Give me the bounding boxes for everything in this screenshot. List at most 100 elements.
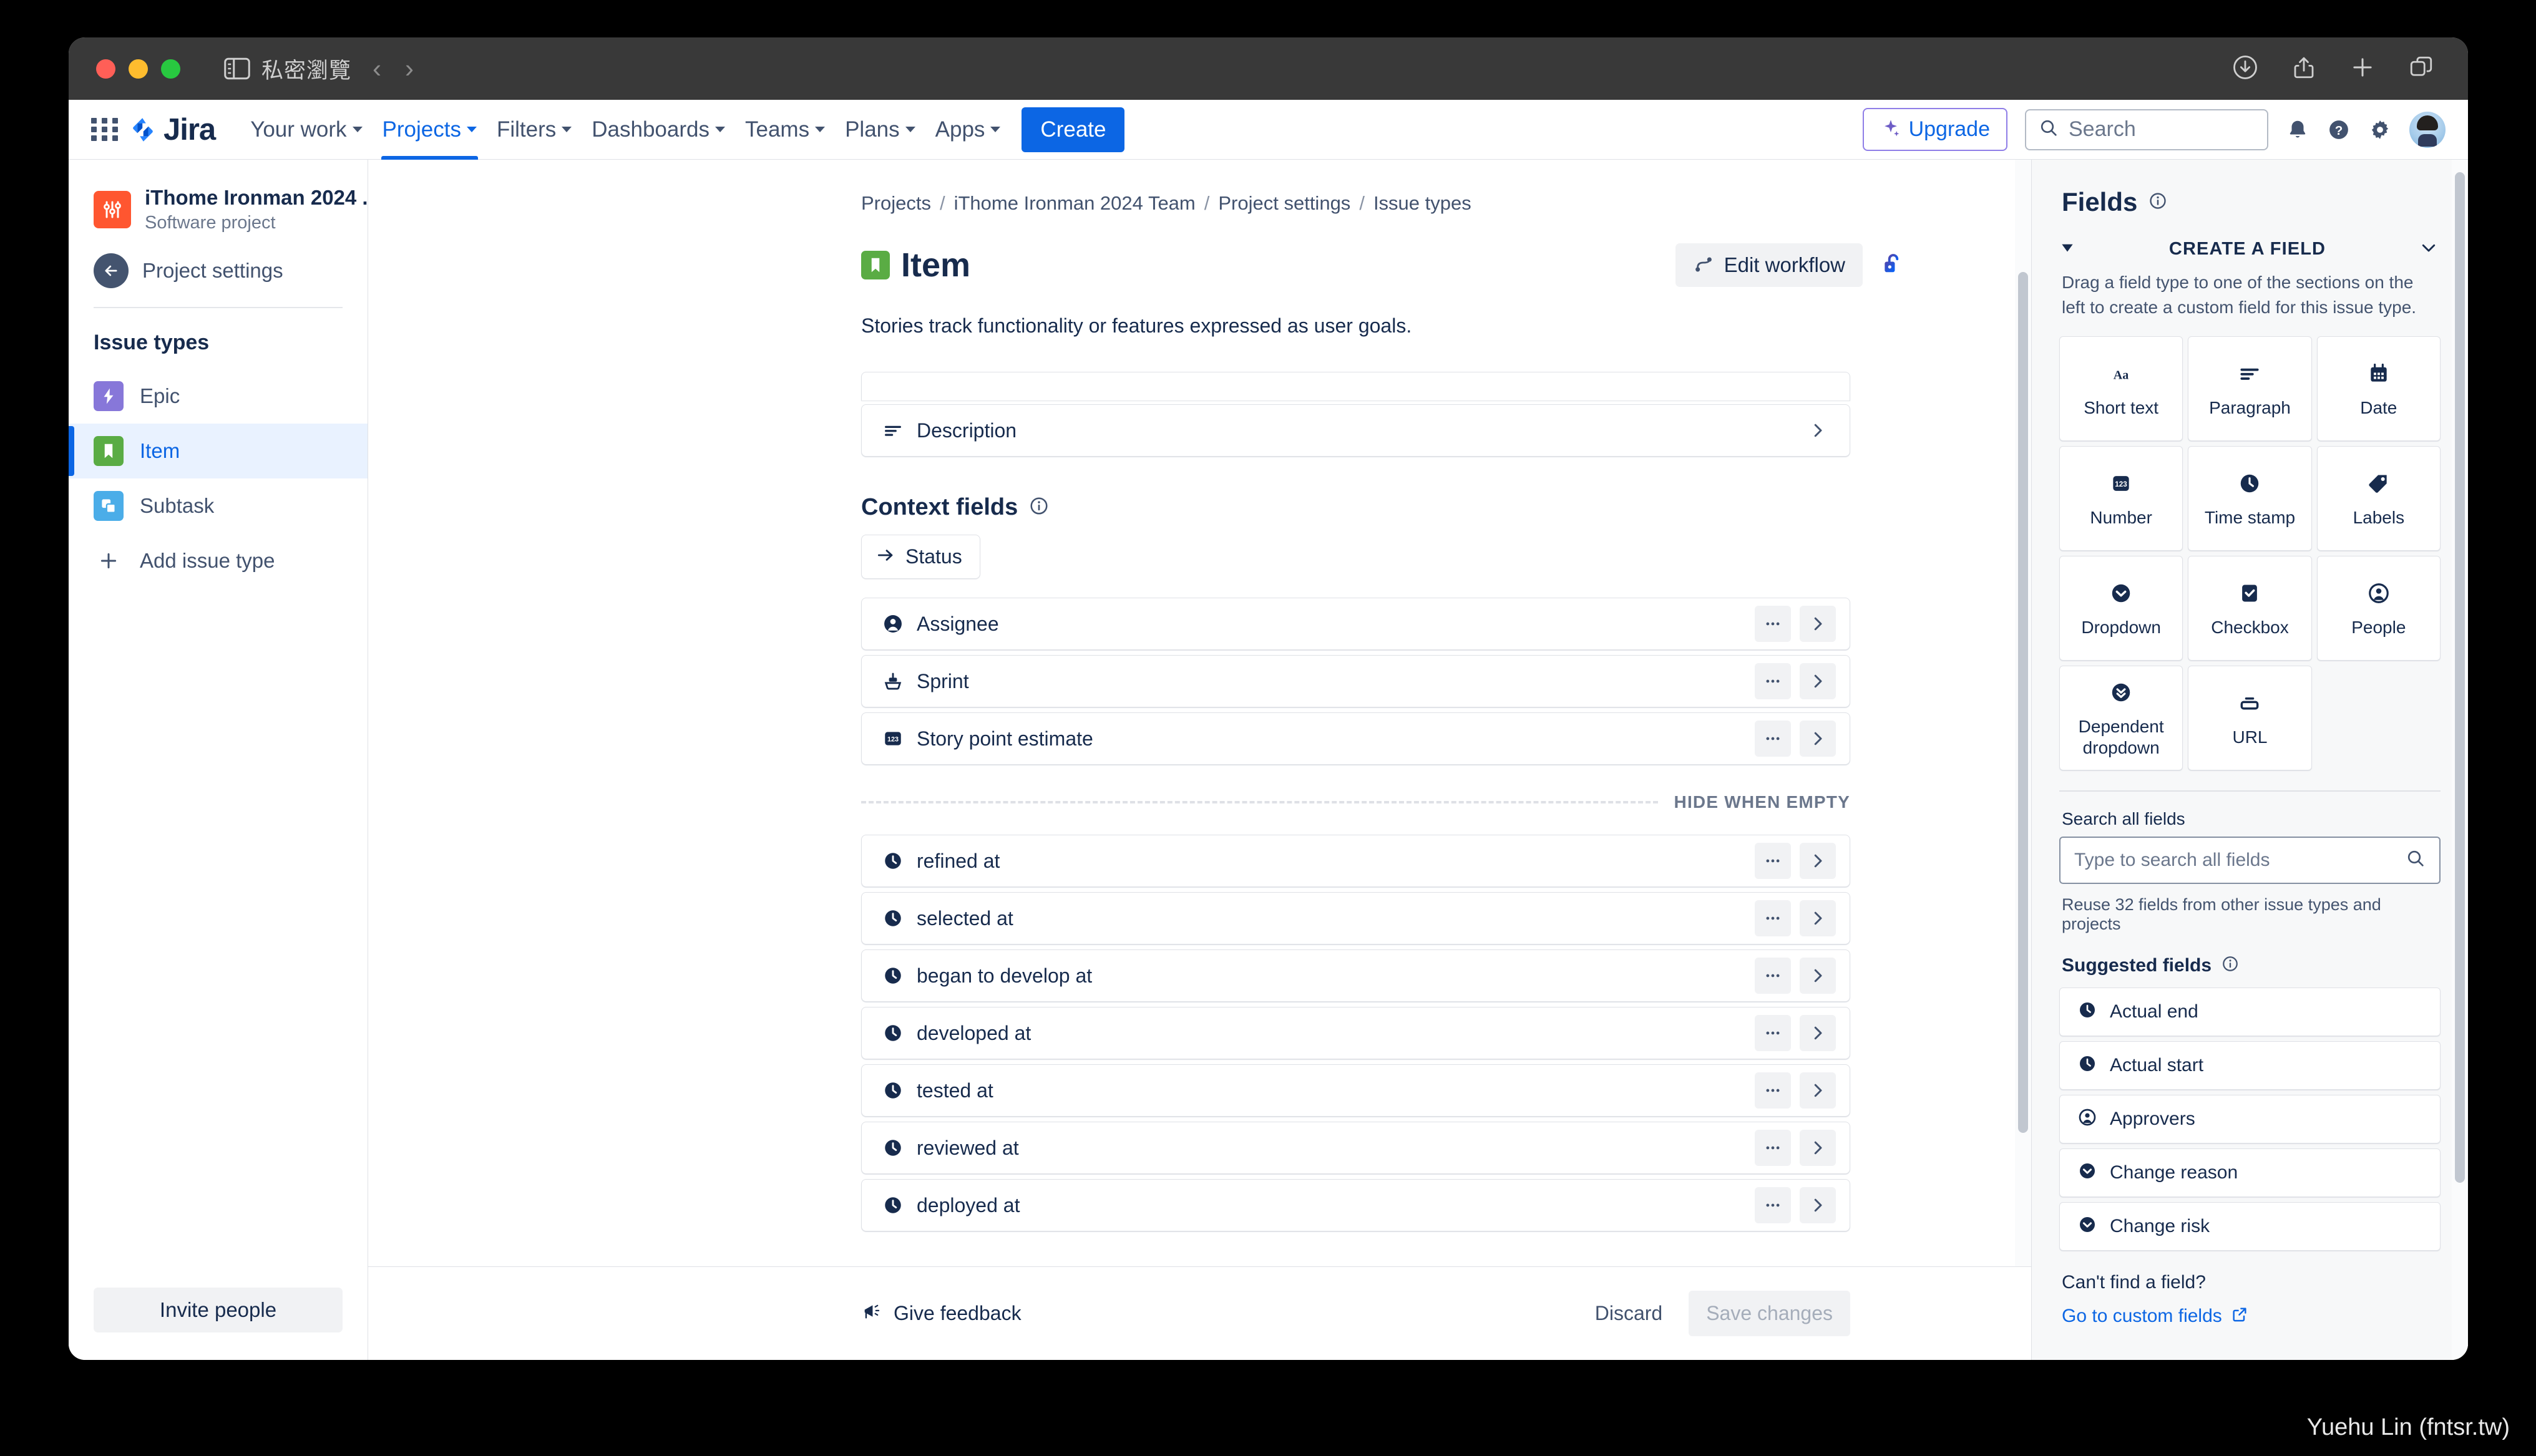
- edit-workflow-button[interactable]: Edit workflow: [1675, 243, 1863, 287]
- field-row-selected-at[interactable]: selected at: [861, 892, 1850, 944]
- breadcrumb-projects[interactable]: Projects: [861, 192, 931, 215]
- chevron-right-icon[interactable]: [1800, 606, 1836, 642]
- field-row-refined-at[interactable]: refined at: [861, 835, 1850, 887]
- search-input[interactable]: Search: [2025, 109, 2268, 150]
- sidebar-item-project-settings[interactable]: Project settings: [69, 250, 368, 307]
- upgrade-button[interactable]: Upgrade: [1862, 108, 2007, 151]
- downloads-icon[interactable]: [2232, 54, 2258, 84]
- field-type-date[interactable]: Date: [2316, 336, 2441, 441]
- field-card-partial[interactable]: [861, 372, 1850, 400]
- field-row-began-to-develop-at[interactable]: began to develop at: [861, 949, 1850, 1002]
- breadcrumb-project-settings[interactable]: Project settings: [1218, 192, 1350, 215]
- create-button[interactable]: Create: [1022, 107, 1125, 152]
- breadcrumb-team[interactable]: iThome Ironman 2024 Team: [954, 192, 1196, 215]
- maximize-window-button[interactable]: [161, 59, 180, 79]
- fields-panel-scrollbar[interactable]: [2452, 160, 2468, 1360]
- field-type-checkbox[interactable]: Checkbox: [2188, 555, 2312, 661]
- more-options-icon[interactable]: [1755, 1072, 1791, 1109]
- browser-forward-button[interactable]: ›: [405, 54, 414, 84]
- field-type-paragraph[interactable]: Paragraph: [2188, 336, 2312, 441]
- field-type-people[interactable]: People: [2316, 555, 2441, 661]
- field-type-url[interactable]: URL: [2188, 665, 2312, 770]
- nav-item-teams[interactable]: Teams: [735, 100, 835, 160]
- tab-overview-icon[interactable]: [2408, 54, 2434, 84]
- chevron-right-icon[interactable]: [1800, 843, 1836, 879]
- suggested-field-change-risk[interactable]: Change risk: [2059, 1201, 2441, 1251]
- more-options-icon[interactable]: [1755, 1015, 1791, 1051]
- chevron-right-icon[interactable]: [1800, 1130, 1836, 1166]
- more-options-icon[interactable]: [1755, 1187, 1791, 1223]
- search-all-fields-input[interactable]: Type to search all fields: [2059, 836, 2441, 884]
- fields-panel-scrollbar-thumb[interactable]: [2455, 172, 2465, 1183]
- field-row-description[interactable]: Description: [861, 404, 1850, 457]
- more-options-icon[interactable]: [1755, 1130, 1791, 1166]
- sidebar-item-add-issue-type[interactable]: Add issue type: [69, 533, 368, 588]
- project-header[interactable]: iThome Ironman 2024 ... Software project: [69, 160, 379, 250]
- chevron-right-icon[interactable]: [1800, 412, 1836, 449]
- field-type-dependent-dropdown[interactable]: Dependent dropdown: [2059, 665, 2183, 770]
- create-a-field-section-toggle[interactable]: CREATE A FIELD: [2032, 217, 2468, 260]
- nav-item-your-work[interactable]: Your work: [240, 100, 372, 160]
- info-icon[interactable]: [2221, 955, 2239, 976]
- close-window-button[interactable]: [96, 59, 115, 79]
- unlock-icon[interactable]: [1880, 251, 1906, 280]
- suggested-field-change-reason[interactable]: Change reason: [2059, 1148, 2441, 1197]
- settings-gear-icon[interactable]: [2368, 118, 2392, 142]
- more-options-icon[interactable]: [1755, 606, 1791, 642]
- jira-logo[interactable]: Jira: [129, 112, 216, 147]
- more-options-icon[interactable]: [1755, 663, 1791, 699]
- field-type-labels[interactable]: Labels: [2316, 445, 2441, 551]
- new-tab-icon[interactable]: [2349, 54, 2376, 84]
- field-type-time-stamp[interactable]: Time stamp: [2188, 445, 2312, 551]
- sidebar-item-subtask[interactable]: Subtask: [69, 478, 368, 533]
- field-row-sprint[interactable]: Sprint: [861, 655, 1850, 707]
- field-row-reviewed-at[interactable]: reviewed at: [861, 1122, 1850, 1174]
- suggested-field-approvers[interactable]: Approvers: [2059, 1094, 2441, 1143]
- chevron-right-icon[interactable]: [1800, 721, 1836, 757]
- info-icon[interactable]: [2148, 192, 2167, 213]
- browser-back-button[interactable]: ‹: [373, 54, 381, 84]
- field-row-developed-at[interactable]: developed at: [861, 1007, 1850, 1059]
- suggested-field-actual-start[interactable]: Actual start: [2059, 1041, 2441, 1090]
- help-icon[interactable]: ?: [2327, 118, 2351, 142]
- field-type-short-text[interactable]: Aa Short text: [2059, 336, 2183, 441]
- status-field-chip[interactable]: Status: [861, 535, 980, 579]
- nav-item-projects[interactable]: Projects: [373, 100, 487, 160]
- nav-item-filters[interactable]: Filters: [487, 100, 582, 160]
- main-scrollbar[interactable]: [2015, 160, 2031, 1266]
- info-icon[interactable]: [1029, 496, 1049, 519]
- sidebar-toggle-icon[interactable]: [224, 57, 250, 80]
- chevron-right-icon[interactable]: [1800, 900, 1836, 936]
- chevron-down-icon[interactable]: [2419, 238, 2438, 260]
- field-row-story-point-estimate[interactable]: 123 Story point estimate: [861, 712, 1850, 765]
- chevron-right-icon[interactable]: [1800, 958, 1836, 994]
- share-icon[interactable]: [2291, 54, 2317, 84]
- sidebar-item-epic[interactable]: Epic: [69, 369, 368, 424]
- give-feedback-button[interactable]: Give feedback: [861, 1301, 1022, 1326]
- user-avatar[interactable]: [2409, 111, 2446, 148]
- nav-item-apps[interactable]: Apps: [925, 100, 1011, 160]
- nav-item-dashboards[interactable]: Dashboards: [582, 100, 735, 160]
- invite-people-button[interactable]: Invite people: [94, 1288, 343, 1332]
- nav-item-plans[interactable]: Plans: [835, 100, 925, 160]
- chevron-right-icon[interactable]: [1800, 1015, 1836, 1051]
- more-options-icon[interactable]: [1755, 958, 1791, 994]
- field-row-assignee[interactable]: Assignee: [861, 598, 1850, 650]
- main-scrollbar-thumb[interactable]: [2018, 272, 2028, 1133]
- field-type-dropdown[interactable]: Dropdown: [2059, 555, 2183, 661]
- chevron-right-icon[interactable]: [1800, 1187, 1836, 1223]
- more-options-icon[interactable]: [1755, 843, 1791, 879]
- breadcrumb-issue-types[interactable]: Issue types: [1373, 192, 1471, 215]
- sidebar-item-item[interactable]: Item: [69, 423, 368, 478]
- field-row-deployed-at[interactable]: deployed at: [861, 1179, 1850, 1231]
- more-options-icon[interactable]: [1755, 721, 1791, 757]
- more-options-icon[interactable]: [1755, 900, 1791, 936]
- minimize-window-button[interactable]: [129, 59, 148, 79]
- notifications-bell-icon[interactable]: [2286, 118, 2309, 142]
- app-switcher-icon[interactable]: [91, 115, 120, 144]
- field-row-tested-at[interactable]: tested at: [861, 1064, 1850, 1117]
- discard-button[interactable]: Discard: [1579, 1291, 1679, 1336]
- go-to-custom-fields-link[interactable]: Go to custom fields: [2062, 1306, 2438, 1327]
- chevron-right-icon[interactable]: [1800, 663, 1836, 699]
- field-type-number[interactable]: 123 Number: [2059, 445, 2183, 551]
